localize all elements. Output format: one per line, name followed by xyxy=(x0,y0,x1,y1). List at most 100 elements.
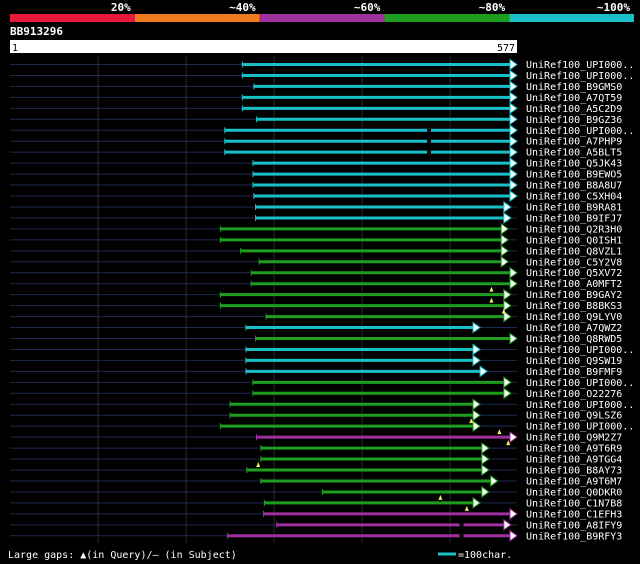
hit-arrow xyxy=(472,321,481,334)
hit-row[interactable]: UniRef100_Q8RWD5 xyxy=(10,332,622,346)
hit-row[interactable]: UniRef100_Q9LSZ6 xyxy=(10,409,622,422)
hit-label[interactable]: UniRef100_A5BLT5 xyxy=(526,148,622,159)
hit-row[interactable]: UniRef100_B9GMS0 xyxy=(10,80,622,93)
hit-label[interactable]: UniRef100_C1N7B8 xyxy=(526,498,622,509)
hit-label[interactable]: UniRef100_B8BKS3 xyxy=(526,301,622,312)
query-name: BB913296 xyxy=(10,25,63,38)
hit-arrow xyxy=(509,91,518,104)
hit-row[interactable]: UniRef100_UPI000.. xyxy=(10,58,634,72)
hit-label[interactable]: UniRef100_A8IFY9 xyxy=(526,520,622,531)
hit-arrow xyxy=(503,288,512,301)
hit-label[interactable]: UniRef100_B9GAY2 xyxy=(526,290,622,301)
hit-label[interactable]: UniRef100_UPI000.. xyxy=(526,422,634,433)
hit-label[interactable]: UniRef100_Q5JK43 xyxy=(526,159,622,170)
hit-label[interactable]: UniRef100_A7QWZ2 xyxy=(526,323,622,334)
hit-label[interactable]: UniRef100_Q8RWD5 xyxy=(526,334,622,345)
hit-arrow xyxy=(509,431,518,444)
hit-row[interactable]: UniRef100_UPI000.. xyxy=(10,376,634,389)
hit-row[interactable]: UniRef100_C5Y2V8 xyxy=(10,255,622,269)
hit-label[interactable]: UniRef100_UPI000.. xyxy=(526,71,634,82)
hit-label[interactable]: UniRef100_B8A8U7 xyxy=(526,181,622,192)
hit-arrow xyxy=(472,420,481,433)
hit-arrow xyxy=(503,518,512,531)
hit-row[interactable]: UniRef100_O22276 xyxy=(10,387,622,400)
hit-arrow xyxy=(472,354,481,367)
hit-row[interactable]: UniRef100_A8IFY9 xyxy=(10,518,622,532)
hit-row[interactable]: UniRef100_B8A8U7 xyxy=(10,179,622,192)
hit-arrow xyxy=(509,168,518,181)
hit-label[interactable]: UniRef100_A9T6M7 xyxy=(526,476,622,487)
hit-row[interactable]: UniRef100_B9RA81 xyxy=(10,201,622,214)
hit-label[interactable]: UniRef100_A9T6R9 xyxy=(526,444,622,455)
hit-row[interactable]: UniRef100_A9T6M7 xyxy=(10,475,622,488)
hit-row[interactable]: UniRef100_B9GZ36 xyxy=(10,113,622,126)
hit-label[interactable]: UniRef100_A5C2D9 xyxy=(526,104,622,115)
hit-label[interactable]: UniRef100_Q0ISH1 xyxy=(526,235,622,246)
hit-row[interactable]: UniRef100_UPI000.. xyxy=(10,398,634,411)
hit-row[interactable]: UniRef100_A7QWZ2 xyxy=(10,321,622,335)
hit-row[interactable]: UniRef100_B9RFY3 xyxy=(10,529,622,543)
hit-label[interactable]: UniRef100_Q9LYV0 xyxy=(526,312,622,323)
hit-label[interactable]: UniRef100_B8AY73 xyxy=(526,466,622,477)
hit-row[interactable]: UniRef100_A9TGG4 xyxy=(10,453,622,466)
hit-label[interactable]: UniRef100_A7QT59 xyxy=(526,93,622,104)
hit-arrow xyxy=(500,244,510,257)
legend-label: 20% xyxy=(111,1,131,14)
hit-label[interactable]: UniRef100_Q9LSZ6 xyxy=(526,411,622,422)
hit-label[interactable]: UniRef100_B9EWO5 xyxy=(526,170,622,181)
hit-label[interactable]: UniRef100_B9RFY3 xyxy=(526,531,622,542)
hit-row[interactable]: UniRef100_C5XH04 xyxy=(10,190,622,203)
hit-label[interactable]: UniRef100_B9GMS0 xyxy=(526,82,622,93)
hit-arrow xyxy=(509,69,518,82)
hit-row[interactable]: UniRef100_A5C2D9 xyxy=(10,102,622,115)
hit-row[interactable]: UniRef100_Q0ISH1 xyxy=(10,233,622,247)
hit-row[interactable]: UniRef100_A7PHP9 xyxy=(10,135,622,148)
hit-label[interactable]: UniRef100_O22276 xyxy=(526,389,622,400)
hit-label[interactable]: UniRef100_A0MFT2 xyxy=(526,279,622,290)
query-gap-marker xyxy=(489,297,494,303)
hit-row[interactable]: UniRef100_Q8VZL1 xyxy=(10,244,622,258)
hit-label[interactable]: UniRef100_B9IFJ7 xyxy=(526,213,622,224)
legend-label: ~40% xyxy=(229,1,256,14)
hit-row[interactable]: UniRef100_Q5XV72 xyxy=(10,266,622,280)
hit-row[interactable]: UniRef100_A5BLT5 xyxy=(10,146,622,159)
hit-label[interactable]: UniRef100_UPI000.. xyxy=(526,378,634,389)
hit-label[interactable]: UniRef100_A9TGG4 xyxy=(526,455,622,466)
hit-label[interactable]: UniRef100_UPI000.. xyxy=(526,126,634,137)
hit-row[interactable]: UniRef100_A0MFT2 xyxy=(10,277,622,291)
hit-label[interactable]: UniRef100_Q8VZL1 xyxy=(526,246,622,257)
hit-row[interactable]: UniRef100_UPI000.. xyxy=(10,124,634,137)
hit-arrow xyxy=(472,496,481,509)
hit-label[interactable]: UniRef100_UPI000.. xyxy=(526,60,634,71)
hit-row[interactable]: UniRef100_B9IFJ7 xyxy=(10,211,622,225)
hit-row[interactable]: UniRef100_Q9SW19 xyxy=(10,354,622,367)
hit-label[interactable]: UniRef100_B9FMF9 xyxy=(526,367,622,378)
hit-row[interactable]: UniRef100_UPI000.. xyxy=(10,69,634,82)
hit-row[interactable]: UniRef100_UPI000.. xyxy=(10,343,634,356)
hit-row[interactable]: UniRef100_Q2R3H0 xyxy=(10,222,622,236)
hit-label[interactable]: UniRef100_Q9M2Z7 xyxy=(526,433,622,444)
hit-label[interactable]: UniRef100_B9RA81 xyxy=(526,202,622,213)
hit-arrow xyxy=(509,190,518,202)
hit-arrow xyxy=(490,475,499,487)
hit-label[interactable]: UniRef100_C5XH04 xyxy=(526,192,622,203)
hit-row[interactable]: UniRef100_B9EWO5 xyxy=(10,168,622,181)
hit-label[interactable]: UniRef100_Q0DKR0 xyxy=(526,487,622,498)
hit-arrow xyxy=(509,266,518,279)
legend-band xyxy=(509,14,634,22)
hit-row[interactable]: UniRef100_Q0DKR0 xyxy=(10,485,622,499)
hit-label[interactable]: UniRef100_UPI000.. xyxy=(526,345,634,356)
hit-row[interactable]: UniRef100_A7QT59 xyxy=(10,91,622,104)
hit-label[interactable]: UniRef100_B9GZ36 xyxy=(526,115,622,126)
hit-label[interactable]: UniRef100_C1EFH3 xyxy=(526,509,622,520)
hit-label[interactable]: UniRef100_Q9SW19 xyxy=(526,356,622,367)
hit-label[interactable]: UniRef100_Q5XV72 xyxy=(526,268,622,279)
hit-row[interactable]: UniRef100_Q5JK43 xyxy=(10,157,622,170)
hit-row[interactable]: UniRef100_B9FMF9 xyxy=(10,365,622,378)
hit-arrow xyxy=(503,211,512,224)
hit-label[interactable]: UniRef100_UPI000.. xyxy=(526,400,634,411)
hit-label[interactable]: UniRef100_A7PHP9 xyxy=(526,137,622,148)
hit-arrow xyxy=(509,179,518,192)
hit-label[interactable]: UniRef100_C5Y2V8 xyxy=(526,257,622,268)
hit-label[interactable]: UniRef100_Q2R3H0 xyxy=(526,224,622,235)
